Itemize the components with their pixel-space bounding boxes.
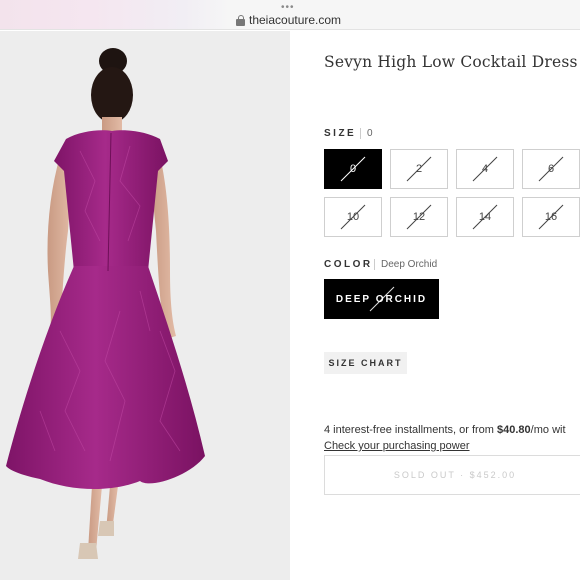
color-option-deep-orchid[interactable]: DEEP ORCHID xyxy=(324,279,439,319)
color-label: COLOR xyxy=(324,259,373,270)
color-option-label: DEEP ORCHID xyxy=(335,293,428,305)
size-chart-button[interactable]: SIZE CHART xyxy=(324,352,407,374)
lock-icon xyxy=(236,14,245,26)
address-bar[interactable]: theiacouture.com xyxy=(236,13,341,27)
size-options: 0 2 4 6 10 12 14 16 xyxy=(324,149,580,237)
product-details-panel: Sevyn High Low Cocktail Dress SIZE 0 0 2… xyxy=(290,31,580,580)
size-selected-value: 0 xyxy=(360,128,373,139)
check-purchasing-power-link[interactable]: Check your purchasing power xyxy=(324,440,470,452)
size-option-10[interactable]: 10 xyxy=(324,197,382,237)
size-option-4[interactable]: 4 xyxy=(456,149,514,189)
size-option-16[interactable]: 16 xyxy=(522,197,580,237)
blurred-tab-strip xyxy=(0,0,230,29)
size-option-12[interactable]: 12 xyxy=(390,197,448,237)
size-label: SIZE xyxy=(324,128,357,139)
size-option-14[interactable]: 14 xyxy=(456,197,514,237)
installment-amount: $40.80 xyxy=(497,424,531,436)
sold-out-button[interactable]: SOLD OUT · $452.00 xyxy=(324,455,580,495)
installments-text: 4 interest-free installments, or from $4… xyxy=(324,424,566,436)
product-title: Sevyn High Low Cocktail Dress xyxy=(324,53,578,71)
dress-model-image xyxy=(6,48,205,559)
color-selected-value: Deep Orchid xyxy=(374,259,437,270)
size-option-0[interactable]: 0 xyxy=(324,149,382,189)
url-text: theiacouture.com xyxy=(249,13,342,27)
size-option-2[interactable]: 2 xyxy=(390,149,448,189)
browser-menu-dots[interactable]: ••• xyxy=(281,2,295,13)
size-option-6[interactable]: 6 xyxy=(522,149,580,189)
browser-top-bar: ••• theiacouture.com xyxy=(0,0,580,30)
product-photo xyxy=(0,31,290,580)
